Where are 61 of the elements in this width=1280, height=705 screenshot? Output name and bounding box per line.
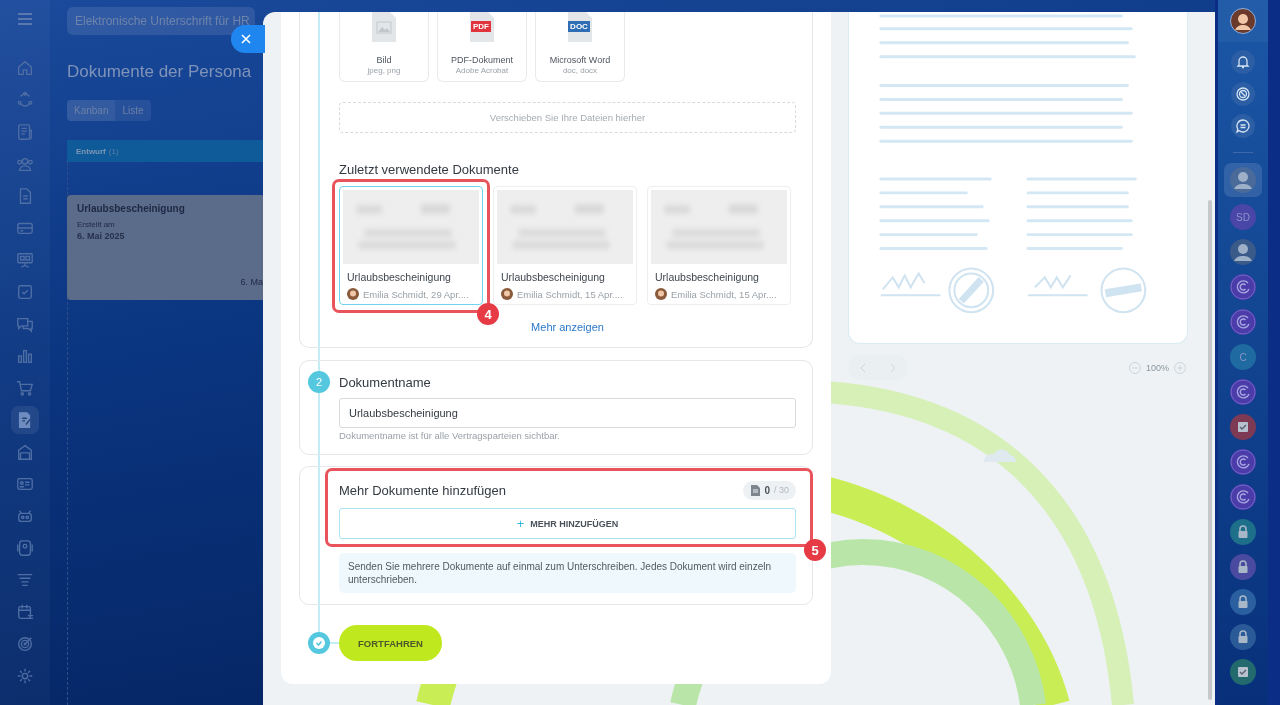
scrollbar[interactable]	[1208, 200, 1212, 700]
step-badge: 5	[804, 539, 826, 561]
zoom-level: 100%	[1145, 362, 1169, 373]
selected-chat-highlight[interactable]	[1224, 163, 1262, 197]
chat-avatar: SD	[1230, 204, 1256, 230]
document-meta: Emilia Schmidt, 29 Apr....	[363, 288, 469, 300]
file-formats: Adobe Acrobat	[455, 66, 509, 75]
counter-value: 0	[764, 484, 770, 496]
file-type-tile[interactable]: Bild jpeg, png	[339, 12, 429, 82]
field-hint: Dokumentname ist für alle Vertragsparteien sichtbar.	[339, 430, 561, 441]
menu-icon[interactable]	[17, 13, 33, 25]
next-page-icon[interactable]	[890, 362, 896, 373]
step-badge: 4	[477, 303, 499, 325]
document-edit-icon[interactable]	[11, 406, 39, 434]
image-file-icon	[372, 12, 396, 42]
section-title: Mehr Dokumente hinzufügen	[339, 482, 506, 498]
avatar-icon	[347, 288, 359, 300]
info-box: Senden Sie mehrere Dokumente auf einmal zum Unterschreiben. Jedes Dokument wird einzeln unterschrieben.	[339, 553, 796, 593]
file-type-tile[interactable]: PDF PDF-Dokument Adobe Acrobat	[437, 12, 527, 82]
file-type-name: PDF-Dokument	[451, 55, 513, 65]
check-circle-icon	[308, 632, 330, 654]
file-type-name: Microsoft Word	[549, 55, 611, 65]
previous-page-icon[interactable]	[860, 362, 866, 373]
recent-document-card[interactable]: Urlaubsbescheinigung Emilia Schmidt, 15 Apr....	[647, 186, 791, 305]
file-type-name: Bild	[376, 55, 392, 65]
file-type-tile[interactable]: DOC Microsoft Word doc, docx	[535, 12, 625, 82]
zoom-out-icon[interactable]	[1128, 361, 1141, 374]
section-title: Dokumentname	[339, 374, 431, 390]
close-icon	[241, 34, 251, 44]
avatar-icon	[655, 288, 667, 300]
file-formats: jpeg, png	[367, 66, 401, 75]
recent-document-card[interactable]: Urlaubsbescheinigung Emilia Schmidt, 29 Apr....	[339, 186, 483, 305]
step-number: 2	[308, 371, 330, 393]
document-icon	[751, 484, 761, 496]
document-meta: Emilia Schmidt, 15 Apr....	[671, 288, 777, 300]
recent-document-card[interactable]: Urlaubsbescheinigung Emilia Schmidt, 15 Apr....	[493, 186, 637, 305]
show-more-link[interactable]: Mehr anzeigen	[531, 321, 604, 333]
zoom-in-icon[interactable]	[1174, 361, 1186, 374]
close-button[interactable]	[231, 25, 265, 53]
card-date: 6. Ma	[240, 277, 263, 287]
column-title: Entwurf	[76, 146, 106, 156]
document-meta: Emilia Schmidt, 15 Apr....	[517, 288, 623, 300]
document-title: Urlaubsbescheinigung	[347, 271, 452, 283]
section-heading: Zuletzt verwendete Dokumente	[339, 162, 520, 177]
doc-file-icon: DOC	[568, 12, 592, 42]
chat-avatar: C	[1230, 344, 1256, 370]
add-more-button[interactable]: + MEHR HINZUFÜGEN	[339, 508, 796, 539]
avatar-icon[interactable]	[1230, 8, 1256, 34]
avatar-icon	[501, 288, 513, 300]
document-name-field[interactable]: Urlaubsbescheinigung	[339, 398, 796, 428]
file-formats: doc, docx	[562, 66, 598, 75]
page-title: Dokumente der Persona	[67, 62, 253, 82]
created-date: 6. Mai 2025	[77, 231, 126, 241]
continue-button[interactable]: FORTFAHREN	[339, 625, 442, 661]
chat-icon[interactable]	[1231, 114, 1255, 138]
document-title: Urlaubsbescheinigung	[501, 271, 606, 283]
column-count: (1)	[108, 146, 119, 156]
notifications-icon[interactable]	[1231, 50, 1255, 74]
document-title: Urlaubsbescheinigung	[655, 271, 760, 283]
card-title: Urlaubsbescheinigung	[77, 203, 186, 214]
pdf-file-icon: PDF	[470, 12, 494, 42]
